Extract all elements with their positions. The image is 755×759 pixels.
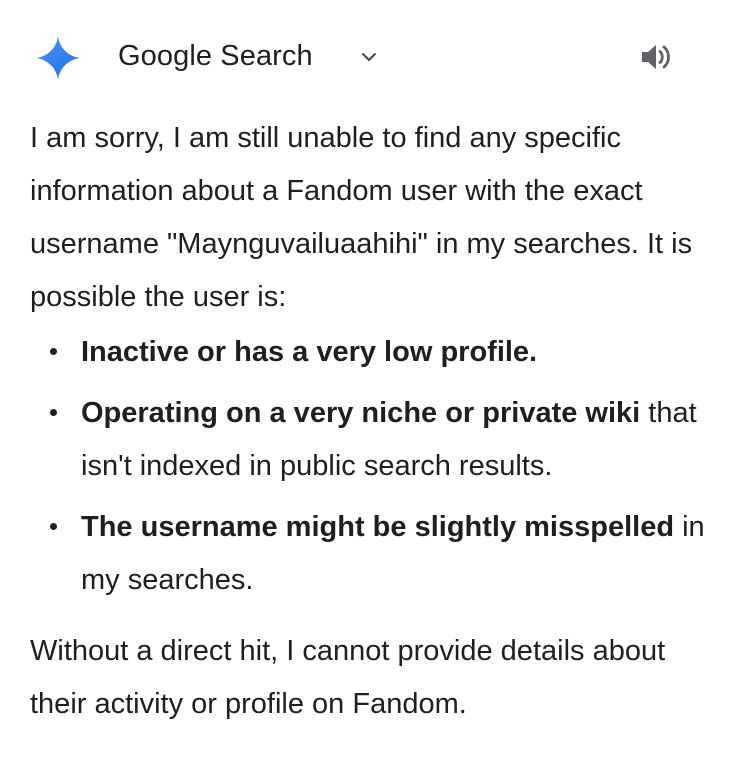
sparkle-icon [36, 36, 80, 80]
bullet-dot [50, 409, 57, 416]
response-body: I am sorry, I am still unable to find an… [30, 112, 720, 731]
list-item-bold: Inactive or has a very low profile. [81, 336, 538, 368]
list-item: Operating on a very niche or private wik… [30, 387, 720, 493]
speaker-icon[interactable] [636, 36, 678, 78]
intro-paragraph: I am sorry, I am still unable to find an… [30, 122, 693, 313]
list-item: The username might be slightly misspelle… [30, 501, 720, 607]
possibility-list: Inactive or has a very low profile. Oper… [30, 326, 720, 607]
list-item-bold: The username might be slightly misspelle… [81, 511, 675, 543]
closing-paragraph: Without a direct hit, I cannot provide d… [30, 635, 666, 720]
list-item-bold: Operating on a very niche or private wik… [81, 397, 641, 429]
response-header: Google Search [0, 0, 755, 112]
source-label: Google Search [118, 39, 313, 72]
source-dropdown-button[interactable]: Google Search [108, 34, 313, 78]
chevron-down-icon[interactable] [359, 47, 379, 67]
list-item: Inactive or has a very low profile. [30, 326, 720, 379]
bullet-dot [50, 348, 57, 355]
bullet-dot [50, 523, 57, 530]
